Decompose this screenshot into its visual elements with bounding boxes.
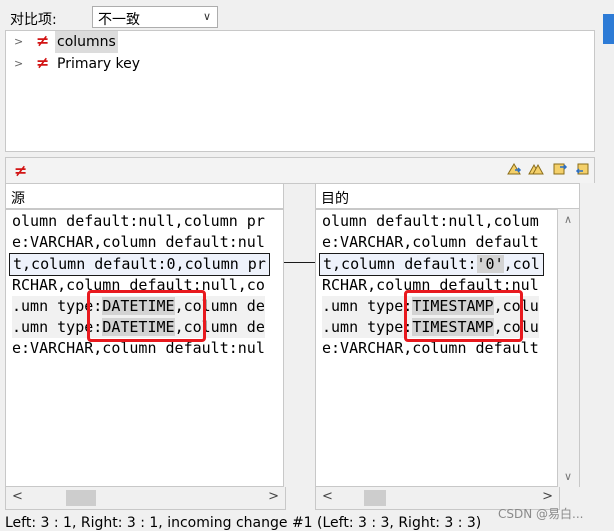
vertical-scrollbar[interactable]: ∧ ∨ [558, 209, 580, 487]
not-equal-icon: ≠ [14, 161, 28, 180]
right-pane-title: 目的 [321, 191, 349, 207]
left-pane-title: 源 [11, 191, 25, 207]
window-edge-accent [603, 14, 614, 44]
code-line: olumn default:null,colum [322, 212, 539, 230]
annotation-box-left [87, 290, 206, 342]
compare-filter-label: 对比项: [10, 12, 57, 28]
left-horizontal-scrollbar[interactable]: < > [5, 487, 286, 510]
code-highlight: '0' [476, 255, 504, 273]
diff-tree: > ≠ columns > ≠ Primary key [5, 30, 595, 152]
copy-all-left-to-right-icon[interactable] [528, 161, 544, 177]
scrollbar-thumb[interactable] [364, 490, 386, 506]
left-pane-header: 源 [5, 183, 284, 209]
right-text-pane[interactable]: olumn default:null,colum e:VARCHAR,colum… [315, 209, 558, 487]
scrollbar-thumb[interactable] [66, 490, 96, 506]
expand-chevron-icon[interactable]: > [14, 53, 26, 75]
diff-connector-line [284, 262, 315, 263]
scroll-left-icon[interactable]: < [12, 489, 23, 504]
compare-filter-select[interactable]: 不一致 ∨ [92, 6, 218, 28]
tree-item-label: Primary key [57, 56, 141, 72]
scroll-up-icon[interactable]: ∧ [564, 213, 572, 226]
right-pane-header: 目的 [315, 183, 580, 209]
code-line: e:VARCHAR,column default:nul [12, 233, 265, 251]
code-text: t,column default: [323, 255, 477, 273]
code-line-current-change: t,column default:0,column pr [9, 253, 270, 276]
code-line: e:VARCHAR,column default [322, 233, 539, 251]
scroll-down-icon[interactable]: ∨ [564, 470, 572, 483]
code-text: .umn type: [322, 297, 413, 315]
next-difference-icon[interactable] [552, 161, 568, 177]
diff-gutter [284, 183, 315, 487]
not-equal-icon: ≠ [36, 53, 50, 72]
code-text: .umn type: [322, 318, 413, 336]
scroll-right-icon[interactable]: > [268, 489, 279, 504]
scroll-left-icon[interactable]: < [322, 489, 333, 504]
left-text-pane[interactable]: olumn default:null,column pr e:VARCHAR,c… [5, 209, 284, 487]
annotation-box-right [404, 290, 523, 342]
code-line-current-change: t,column default:'0',col [319, 253, 544, 276]
code-line: olumn default:null,column pr [12, 212, 265, 230]
not-equal-icon: ≠ [36, 31, 50, 50]
previous-difference-icon[interactable] [575, 161, 591, 177]
tree-item-label: columns [55, 31, 118, 53]
scroll-right-icon[interactable]: > [542, 489, 553, 504]
chevron-down-icon: ∨ [202, 10, 211, 23]
watermark: CSDN @易白... [498, 507, 584, 521]
copy-left-to-right-icon[interactable] [506, 161, 522, 177]
expand-chevron-icon[interactable]: > [14, 31, 26, 53]
compare-filter-value: 不一致 [98, 12, 140, 28]
code-text: ,col [503, 255, 540, 273]
